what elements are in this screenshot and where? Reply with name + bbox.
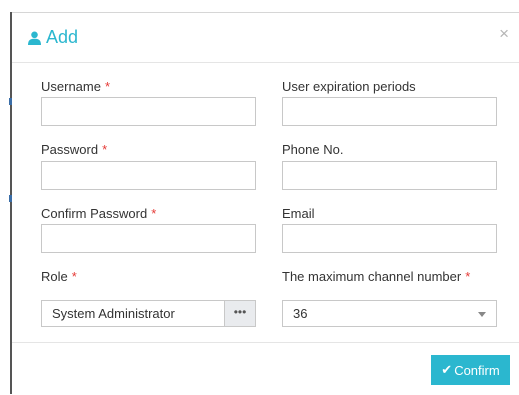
background-page-edge: [0, 0, 12, 394]
confirm-password-label: Confirm Password *: [41, 206, 157, 221]
required-marker: *: [102, 142, 108, 157]
password-label: Password *: [41, 142, 108, 157]
user-icon: [28, 31, 41, 45]
email-label: Email: [282, 206, 315, 221]
dialog-header: Add ×: [12, 13, 519, 63]
chevron-down-icon: [478, 312, 486, 317]
confirm-button-label: Confirm: [454, 362, 500, 378]
required-marker: *: [151, 206, 157, 221]
confirm-password-input[interactable]: [41, 224, 256, 253]
confirm-button[interactable]: ✔ Confirm: [431, 355, 510, 385]
role-picker-button[interactable]: •••: [224, 300, 256, 327]
username-input[interactable]: [41, 97, 256, 126]
role-label: Role *: [41, 269, 77, 284]
required-marker: *: [104, 79, 111, 94]
required-marker: *: [71, 269, 77, 284]
max-channel-value: 36: [293, 306, 308, 321]
role-field[interactable]: System Administrator: [41, 300, 224, 327]
email-input[interactable]: [282, 224, 497, 253]
check-icon: ✔: [441, 362, 453, 377]
username-label: Username *: [41, 79, 111, 94]
max-channel-label: The maximum channel number *: [282, 269, 471, 284]
close-icon[interactable]: ×: [499, 25, 509, 42]
dialog-title: Add: [28, 27, 78, 48]
max-channel-select[interactable]: 36: [282, 300, 497, 327]
required-marker: *: [465, 269, 471, 284]
dialog-title-text: Add: [46, 27, 79, 47]
footer-divider: [12, 342, 519, 343]
password-input[interactable]: [41, 161, 256, 190]
user-expiration-label: User expiration periods: [282, 79, 416, 94]
add-user-dialog: Add × Username * User expiration periods …: [12, 12, 519, 395]
phone-input[interactable]: [282, 161, 497, 190]
user-expiration-input[interactable]: [282, 97, 497, 126]
phone-label: Phone No.: [282, 142, 344, 157]
